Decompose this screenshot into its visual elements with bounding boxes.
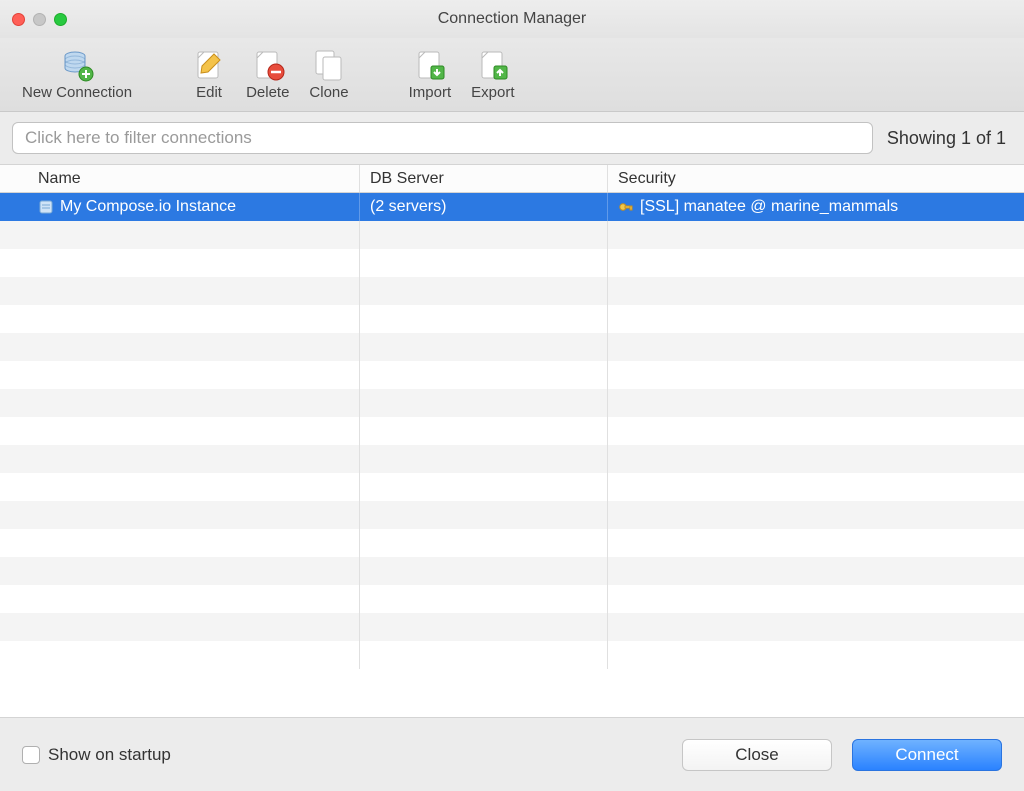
empty-row — [0, 249, 1024, 277]
toolbar: New Connection Edit Delete — [0, 38, 1024, 112]
close-window-button[interactable] — [12, 13, 25, 26]
database-add-icon — [60, 46, 94, 84]
empty-row — [0, 221, 1024, 249]
zoom-window-button[interactable] — [54, 13, 67, 26]
edit-page-icon — [192, 46, 226, 84]
row-gutter — [0, 193, 28, 221]
toolbar-label: Export — [471, 84, 514, 101]
export-button[interactable]: Export — [461, 44, 524, 103]
cell-name-text: My Compose.io Instance — [60, 198, 236, 216]
empty-row — [0, 277, 1024, 305]
checkbox-label: Show on startup — [48, 745, 171, 765]
cell-name: My Compose.io Instance — [28, 193, 360, 221]
column-header-dbserver[interactable]: DB Server — [360, 165, 608, 192]
showing-count: Showing 1 of 1 — [887, 128, 1012, 149]
edit-button[interactable]: Edit — [182, 44, 236, 103]
filter-input[interactable] — [12, 122, 873, 154]
empty-row — [0, 529, 1024, 557]
toolbar-label: Clone — [309, 84, 348, 101]
show-on-startup-checkbox[interactable]: Show on startup — [22, 745, 171, 765]
clone-button[interactable]: Clone — [299, 44, 358, 103]
minimize-window-button[interactable] — [33, 13, 46, 26]
close-button[interactable]: Close — [682, 739, 832, 771]
empty-row — [0, 361, 1024, 389]
cell-dbserver: (2 servers) — [360, 193, 608, 221]
table-body: My Compose.io Instance (2 servers) [SSL]… — [0, 193, 1024, 717]
cell-security-text: [SSL] manatee @ marine_mammals — [640, 198, 898, 216]
empty-row — [0, 641, 1024, 669]
connect-button[interactable]: Connect — [852, 739, 1002, 771]
table-row[interactable]: My Compose.io Instance (2 servers) [SSL]… — [0, 193, 1024, 221]
cell-security: [SSL] manatee @ marine_mammals — [608, 193, 1024, 221]
import-button[interactable]: Import — [399, 44, 462, 103]
empty-row — [0, 389, 1024, 417]
key-icon — [618, 199, 634, 215]
connections-table: Name DB Server Security My Compose.io In… — [0, 164, 1024, 717]
empty-row — [0, 613, 1024, 641]
toolbar-label: New Connection — [22, 84, 132, 101]
delete-button[interactable]: Delete — [236, 44, 299, 103]
clone-pages-icon — [312, 46, 346, 84]
empty-row — [0, 305, 1024, 333]
toolbar-label: Edit — [196, 84, 222, 101]
empty-row — [0, 445, 1024, 473]
empty-row — [0, 473, 1024, 501]
toolbar-label: Delete — [246, 84, 289, 101]
import-page-icon — [413, 46, 447, 84]
table-header: Name DB Server Security — [0, 165, 1024, 193]
column-header-security[interactable]: Security — [608, 165, 1024, 192]
empty-row — [0, 585, 1024, 613]
empty-row — [0, 557, 1024, 585]
filter-bar: Showing 1 of 1 — [0, 112, 1024, 164]
empty-row — [0, 417, 1024, 445]
footer: Show on startup Close Connect — [0, 717, 1024, 791]
column-header-name[interactable]: Name — [28, 165, 360, 192]
export-page-icon — [476, 46, 510, 84]
toolbar-label: Import — [409, 84, 452, 101]
checkbox-box[interactable] — [22, 746, 40, 764]
header-gutter — [0, 165, 28, 192]
delete-page-icon — [251, 46, 285, 84]
window-controls — [12, 13, 67, 26]
titlebar: Connection Manager — [0, 0, 1024, 38]
server-icon — [38, 199, 54, 215]
empty-row — [0, 333, 1024, 361]
empty-row — [0, 501, 1024, 529]
new-connection-button[interactable]: New Connection — [12, 44, 142, 103]
window-title: Connection Manager — [0, 10, 1024, 28]
